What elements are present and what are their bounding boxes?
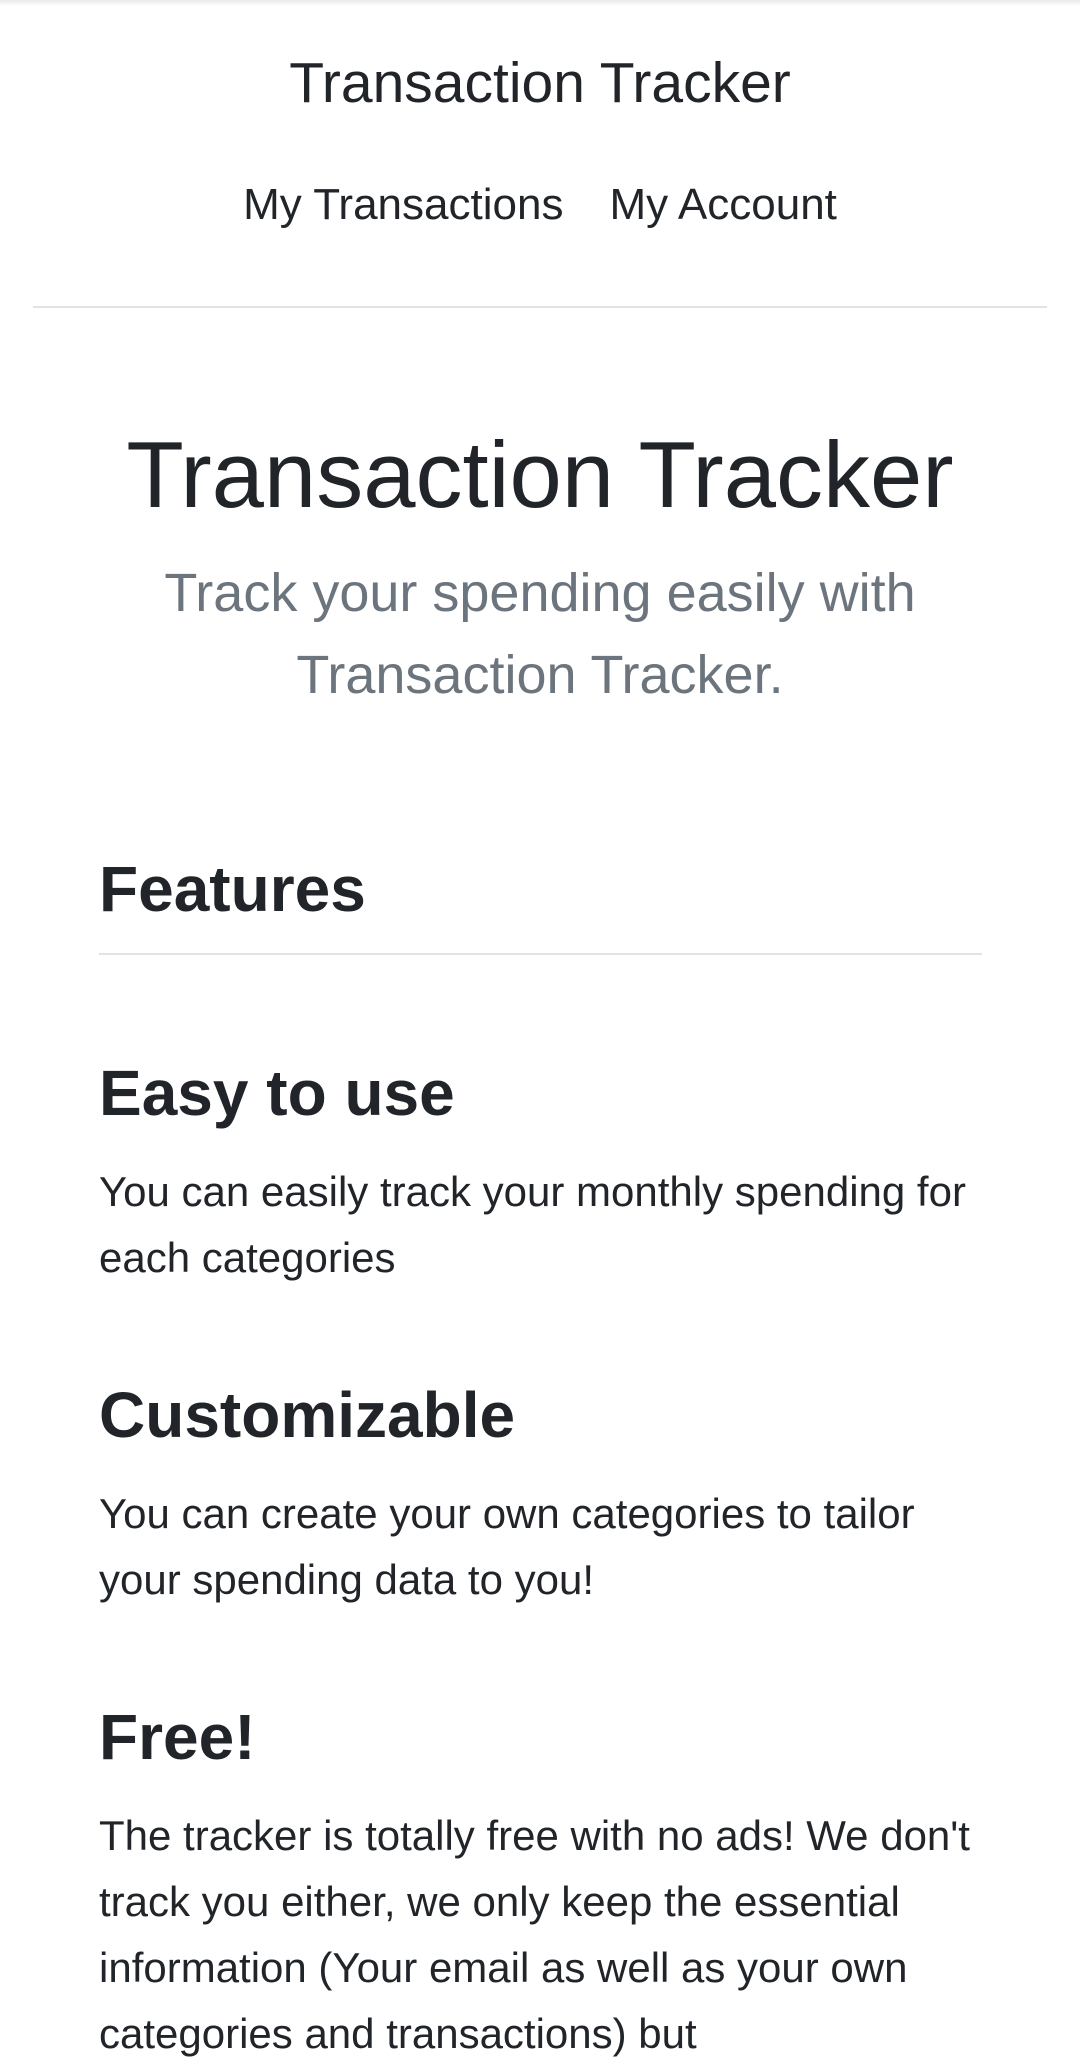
feature-text: The tracker is totally free with no ads!… — [99, 1812, 970, 2057]
feature-title: Easy to use — [99, 1057, 455, 1129]
brand-link[interactable]: Transaction Tracker — [33, 46, 1047, 120]
features-section: Features Easy to use You can easily trac… — [99, 845, 982, 2067]
features-title: Features — [99, 845, 982, 955]
feature-customizable: Customizable You can create your own cat… — [99, 1371, 982, 1613]
feature-free: Free! The tracker is totally free with n… — [99, 1693, 982, 2067]
site-header: Transaction Tracker My Transactions My A… — [33, 0, 1047, 308]
hero-title: Transaction Tracker — [126, 422, 954, 527]
feature-text: You can create your own categories to ta… — [99, 1490, 915, 1603]
feature-title: Free! — [99, 1701, 256, 1773]
feature-text: You can easily track your monthly spendi… — [99, 1168, 966, 1281]
main-nav: My Transactions My Account — [33, 173, 1047, 237]
feature-easy-to-use: Easy to use You can easily track your mo… — [99, 1049, 982, 1291]
hero-lead: Track your spending easily with Transact… — [164, 563, 916, 705]
nav-my-account[interactable]: My Account — [609, 173, 836, 237]
feature-title: Customizable — [99, 1379, 516, 1451]
nav-my-transactions[interactable]: My Transactions — [243, 173, 563, 237]
